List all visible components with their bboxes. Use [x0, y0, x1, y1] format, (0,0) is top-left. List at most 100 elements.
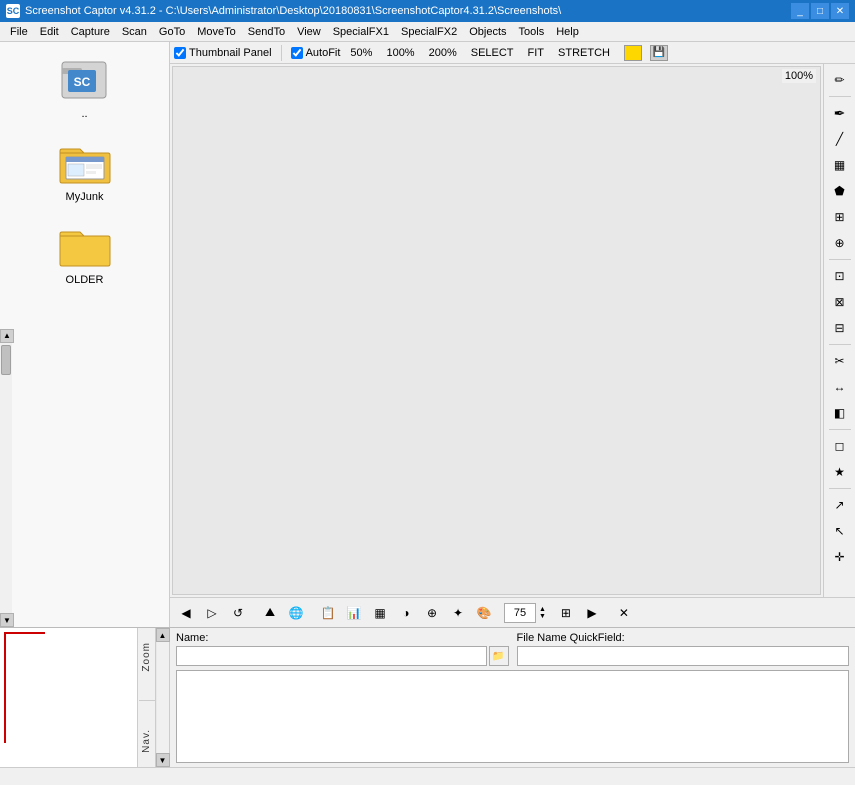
- name-input[interactable]: [176, 646, 487, 666]
- pointer-button[interactable]: ↖: [828, 519, 852, 543]
- zoom-down-arrow[interactable]: ▼: [539, 613, 546, 620]
- tool-rotate[interactable]: ↺: [226, 602, 250, 624]
- select-ellipse-button[interactable]: ⊠: [828, 290, 852, 314]
- menu-edit[interactable]: Edit: [34, 24, 65, 40]
- side-sep: [829, 488, 851, 489]
- minimize-button[interactable]: _: [791, 3, 809, 19]
- thumbnail-panel-checkbox[interactable]: Thumbnail Panel: [174, 47, 272, 59]
- file-label: ..: [81, 108, 87, 120]
- menu-objects[interactable]: Objects: [463, 24, 512, 40]
- maximize-button[interactable]: □: [811, 3, 829, 19]
- nav-labels: Zoom Nav.: [137, 628, 155, 767]
- tool-image[interactable]: ⛰: [258, 602, 282, 624]
- canvas-area: 100%: [172, 66, 821, 595]
- list-item[interactable]: OLDER: [25, 216, 145, 289]
- arrow-button[interactable]: ↗: [828, 493, 852, 517]
- menu-goto[interactable]: GoTo: [153, 24, 191, 40]
- select-button[interactable]: SELECT: [467, 46, 518, 60]
- status-bar: [0, 767, 855, 785]
- tool-color[interactable]: 🎨: [472, 602, 496, 624]
- field-row-top: Name: 📁 File Name QuickField:: [176, 632, 849, 666]
- tool-clipboard[interactable]: 📋: [316, 602, 340, 624]
- fields-section: Name: 📁 File Name QuickField:: [170, 628, 855, 767]
- menu-file[interactable]: File: [4, 24, 34, 40]
- list-item[interactable]: MyJunk: [25, 133, 145, 206]
- nav-scroll-down[interactable]: ▼: [156, 753, 170, 767]
- tool-web[interactable]: 🌐: [284, 602, 308, 624]
- split-button[interactable]: ◧: [828, 401, 852, 425]
- quickfield-label: File Name QuickField:: [517, 632, 850, 644]
- rect-button[interactable]: ▦: [828, 153, 852, 177]
- tool-star[interactable]: ✦: [446, 602, 470, 624]
- right-area: Thumbnail Panel AutoFit 50% 100% 200% SE…: [170, 42, 855, 627]
- file-panel: SC ..: [0, 42, 170, 627]
- side-sep: [829, 259, 851, 260]
- bottom-toolbar: ◀ ▷ ↺ ⛰ 🌐 📋 📊 ▦ ◑ ⊕ ✦ 🎨 ▲ ▼ ⊞ ▶ ✕: [170, 597, 855, 627]
- crosshair-button[interactable]: ⊕: [828, 231, 852, 255]
- fit-button[interactable]: FIT: [524, 46, 549, 60]
- stretch-button[interactable]: STRETCH: [554, 46, 614, 60]
- tool-grid[interactable]: ▦: [368, 602, 392, 624]
- side-toolbar: ✏ ✒ ╱ ▦ ⬟ ⊞ ⊕ ⊡ ⊠ ⊟ ✂ ↔ ◧ ◻ ★ ↗: [823, 64, 855, 597]
- resize-button[interactable]: ↔: [828, 375, 852, 399]
- select-rect-button[interactable]: ⊡: [828, 264, 852, 288]
- side-sep: [829, 96, 851, 97]
- autofit-checkbox[interactable]: AutoFit: [291, 47, 341, 59]
- tool-add[interactable]: ⊕: [420, 602, 444, 624]
- name-browse-button[interactable]: 📁: [489, 646, 509, 666]
- tool-next[interactable]: ▷: [200, 602, 224, 624]
- nav-scroll-bar: ▲ ▼: [155, 628, 169, 767]
- menu-tools[interactable]: Tools: [513, 24, 551, 40]
- tool-prev[interactable]: ◀: [174, 602, 198, 624]
- fill-button[interactable]: ◻: [828, 434, 852, 458]
- save-icon[interactable]: 💾: [650, 45, 668, 61]
- scroll-down-arrow[interactable]: ▼: [0, 613, 14, 627]
- title-bar-text: Screenshot Captor v4.31.2 - C:\Users\Adm…: [25, 5, 561, 17]
- thumbnail-panel-toggle[interactable]: [174, 47, 186, 59]
- nav-red-line-v: [4, 632, 6, 743]
- scroll-up-arrow[interactable]: ▲: [0, 329, 14, 343]
- zoom-50-button[interactable]: 50%: [346, 46, 376, 60]
- color-picker-button[interactable]: ✏: [828, 68, 852, 92]
- crosshair2-button[interactable]: ✛: [828, 545, 852, 569]
- tool-half[interactable]: ◑: [394, 602, 418, 624]
- notes-textarea[interactable]: [176, 670, 849, 763]
- line-button[interactable]: ╱: [828, 127, 852, 151]
- scroll-thumb[interactable]: [1, 345, 11, 375]
- close-button[interactable]: ✕: [831, 3, 849, 19]
- tool-mode[interactable]: ⊞: [554, 602, 578, 624]
- menu-specialfx1[interactable]: SpecialFX1: [327, 24, 395, 40]
- list-item[interactable]: SC ..: [25, 50, 145, 123]
- quickfield-group: File Name QuickField:: [517, 632, 850, 666]
- zoom-up-arrow[interactable]: ▲: [539, 606, 546, 613]
- tool-cursor[interactable]: ▶: [580, 602, 604, 624]
- app-icon: SC: [6, 4, 20, 18]
- menu-scan[interactable]: Scan: [116, 24, 153, 40]
- tool-chart[interactable]: 📊: [342, 602, 366, 624]
- nav-scroll-up[interactable]: ▲: [156, 628, 170, 642]
- stamp-button[interactable]: ★: [828, 460, 852, 484]
- shape-button[interactable]: ⬟: [828, 179, 852, 203]
- nav-red-line-h: [4, 632, 45, 634]
- zoom-200-button[interactable]: 200%: [425, 46, 461, 60]
- pencil-button[interactable]: ✒: [828, 101, 852, 125]
- zoom-input[interactable]: [504, 603, 536, 623]
- autofit-toggle[interactable]: [291, 47, 303, 59]
- menu-help[interactable]: Help: [550, 24, 585, 40]
- thumbnail-panel-label: Thumbnail Panel: [189, 47, 272, 59]
- tool-remove[interactable]: ✕: [612, 602, 636, 624]
- crop-button[interactable]: ✂: [828, 349, 852, 373]
- menu-view[interactable]: View: [291, 24, 327, 40]
- nav-scroll-track: [157, 642, 169, 753]
- menu-moveto[interactable]: MoveTo: [191, 24, 242, 40]
- quickfield-input[interactable]: [517, 646, 850, 666]
- menu-capture[interactable]: Capture: [65, 24, 116, 40]
- canvas-inner: [173, 67, 820, 594]
- select-custom-button[interactable]: ⊟: [828, 316, 852, 340]
- zoom-100-button[interactable]: 100%: [382, 46, 418, 60]
- zoom-indicator: 100%: [782, 69, 816, 83]
- menu-specialfx2[interactable]: SpecialFX2: [395, 24, 463, 40]
- color-swatch[interactable]: [624, 45, 642, 61]
- menu-sendto[interactable]: SendTo: [242, 24, 291, 40]
- grid-button[interactable]: ⊞: [828, 205, 852, 229]
